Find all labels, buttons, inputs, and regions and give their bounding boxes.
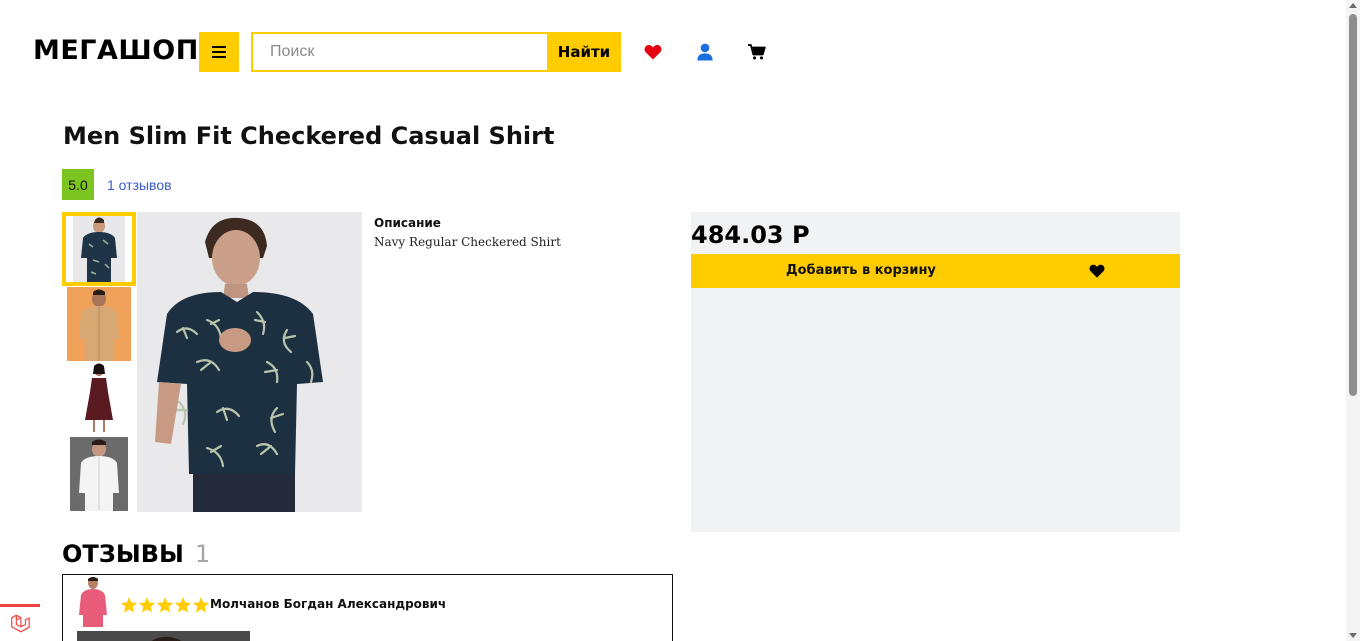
search-input[interactable]: [251, 32, 547, 72]
product-price: 484.03 Р: [691, 221, 810, 249]
reviews-link[interactable]: 1 отзывов: [107, 177, 172, 193]
scroll-up-arrow-icon[interactable]: [1349, 3, 1357, 8]
review-photo[interactable]: [77, 631, 250, 641]
reviewer-name: Молчанов Богдан Александрович: [210, 597, 447, 611]
reviews-count: 1: [195, 540, 211, 568]
product-title: Men Slim Fit Checkered Casual Shirt: [63, 122, 555, 150]
debugbar-toggle[interactable]: [0, 604, 40, 641]
page-scrollbar[interactable]: [1346, 0, 1360, 641]
main-product-photo[interactable]: [137, 212, 362, 512]
beige-shirt-image: [67, 287, 131, 361]
cart-icon: [748, 44, 766, 60]
description-title: Описание: [374, 216, 441, 230]
description-text: Navy Regular Checkered Shirt: [374, 235, 561, 249]
search-bar: Найти: [251, 32, 621, 72]
thumbnail-navy-shirt[interactable]: [62, 212, 136, 286]
star-icon: [156, 597, 174, 613]
star-icon: [120, 597, 138, 613]
star-icon: [192, 597, 210, 613]
laravel-icon: [11, 614, 30, 633]
thumbnail-white-shirt[interactable]: [62, 437, 136, 511]
thumbnail-burgundy-dress[interactable]: [62, 362, 136, 436]
main-product-image: [137, 212, 362, 512]
scroll-down-arrow-icon[interactable]: [1349, 633, 1357, 638]
purchase-panel: 484.03 Р Добавить в корзину: [691, 212, 1180, 532]
burgundy-dress-image: [79, 362, 119, 436]
account-link[interactable]: [696, 43, 714, 61]
navy-shirt-image: [73, 216, 125, 282]
add-to-cart-label: Добавить в корзину: [786, 263, 936, 278]
user-icon: [697, 43, 713, 61]
heart-icon: [644, 44, 662, 60]
cart-link[interactable]: [748, 43, 766, 61]
star-icon: [138, 597, 156, 613]
review-stars: [120, 596, 210, 614]
white-shirt-image: [70, 437, 128, 511]
search-button[interactable]: Найти: [547, 32, 621, 72]
add-to-cart-button[interactable]: Добавить в корзину: [691, 254, 1180, 288]
review-image: [77, 631, 250, 641]
catalog-menu-button[interactable]: [199, 32, 239, 72]
reviewer-photo: [75, 575, 111, 627]
scrollbar-thumb[interactable]: [1349, 14, 1357, 396]
heart-icon[interactable]: [1089, 263, 1105, 279]
site-logo[interactable]: МЕГАШОП: [33, 35, 199, 66]
site-header: МЕГАШОП Найти: [0, 0, 1346, 104]
thumbnail-beige-shirt[interactable]: [62, 287, 136, 361]
star-icon: [174, 597, 192, 613]
review-card: Молчанов Богдан Александрович: [62, 574, 673, 641]
menu-icon: [212, 46, 226, 58]
favorites-link[interactable]: [644, 43, 662, 61]
rating-badge: 5.0: [62, 169, 94, 200]
reviewer-avatar: [75, 575, 111, 627]
reviews-heading: ОТЗЫВЫ: [62, 540, 184, 568]
